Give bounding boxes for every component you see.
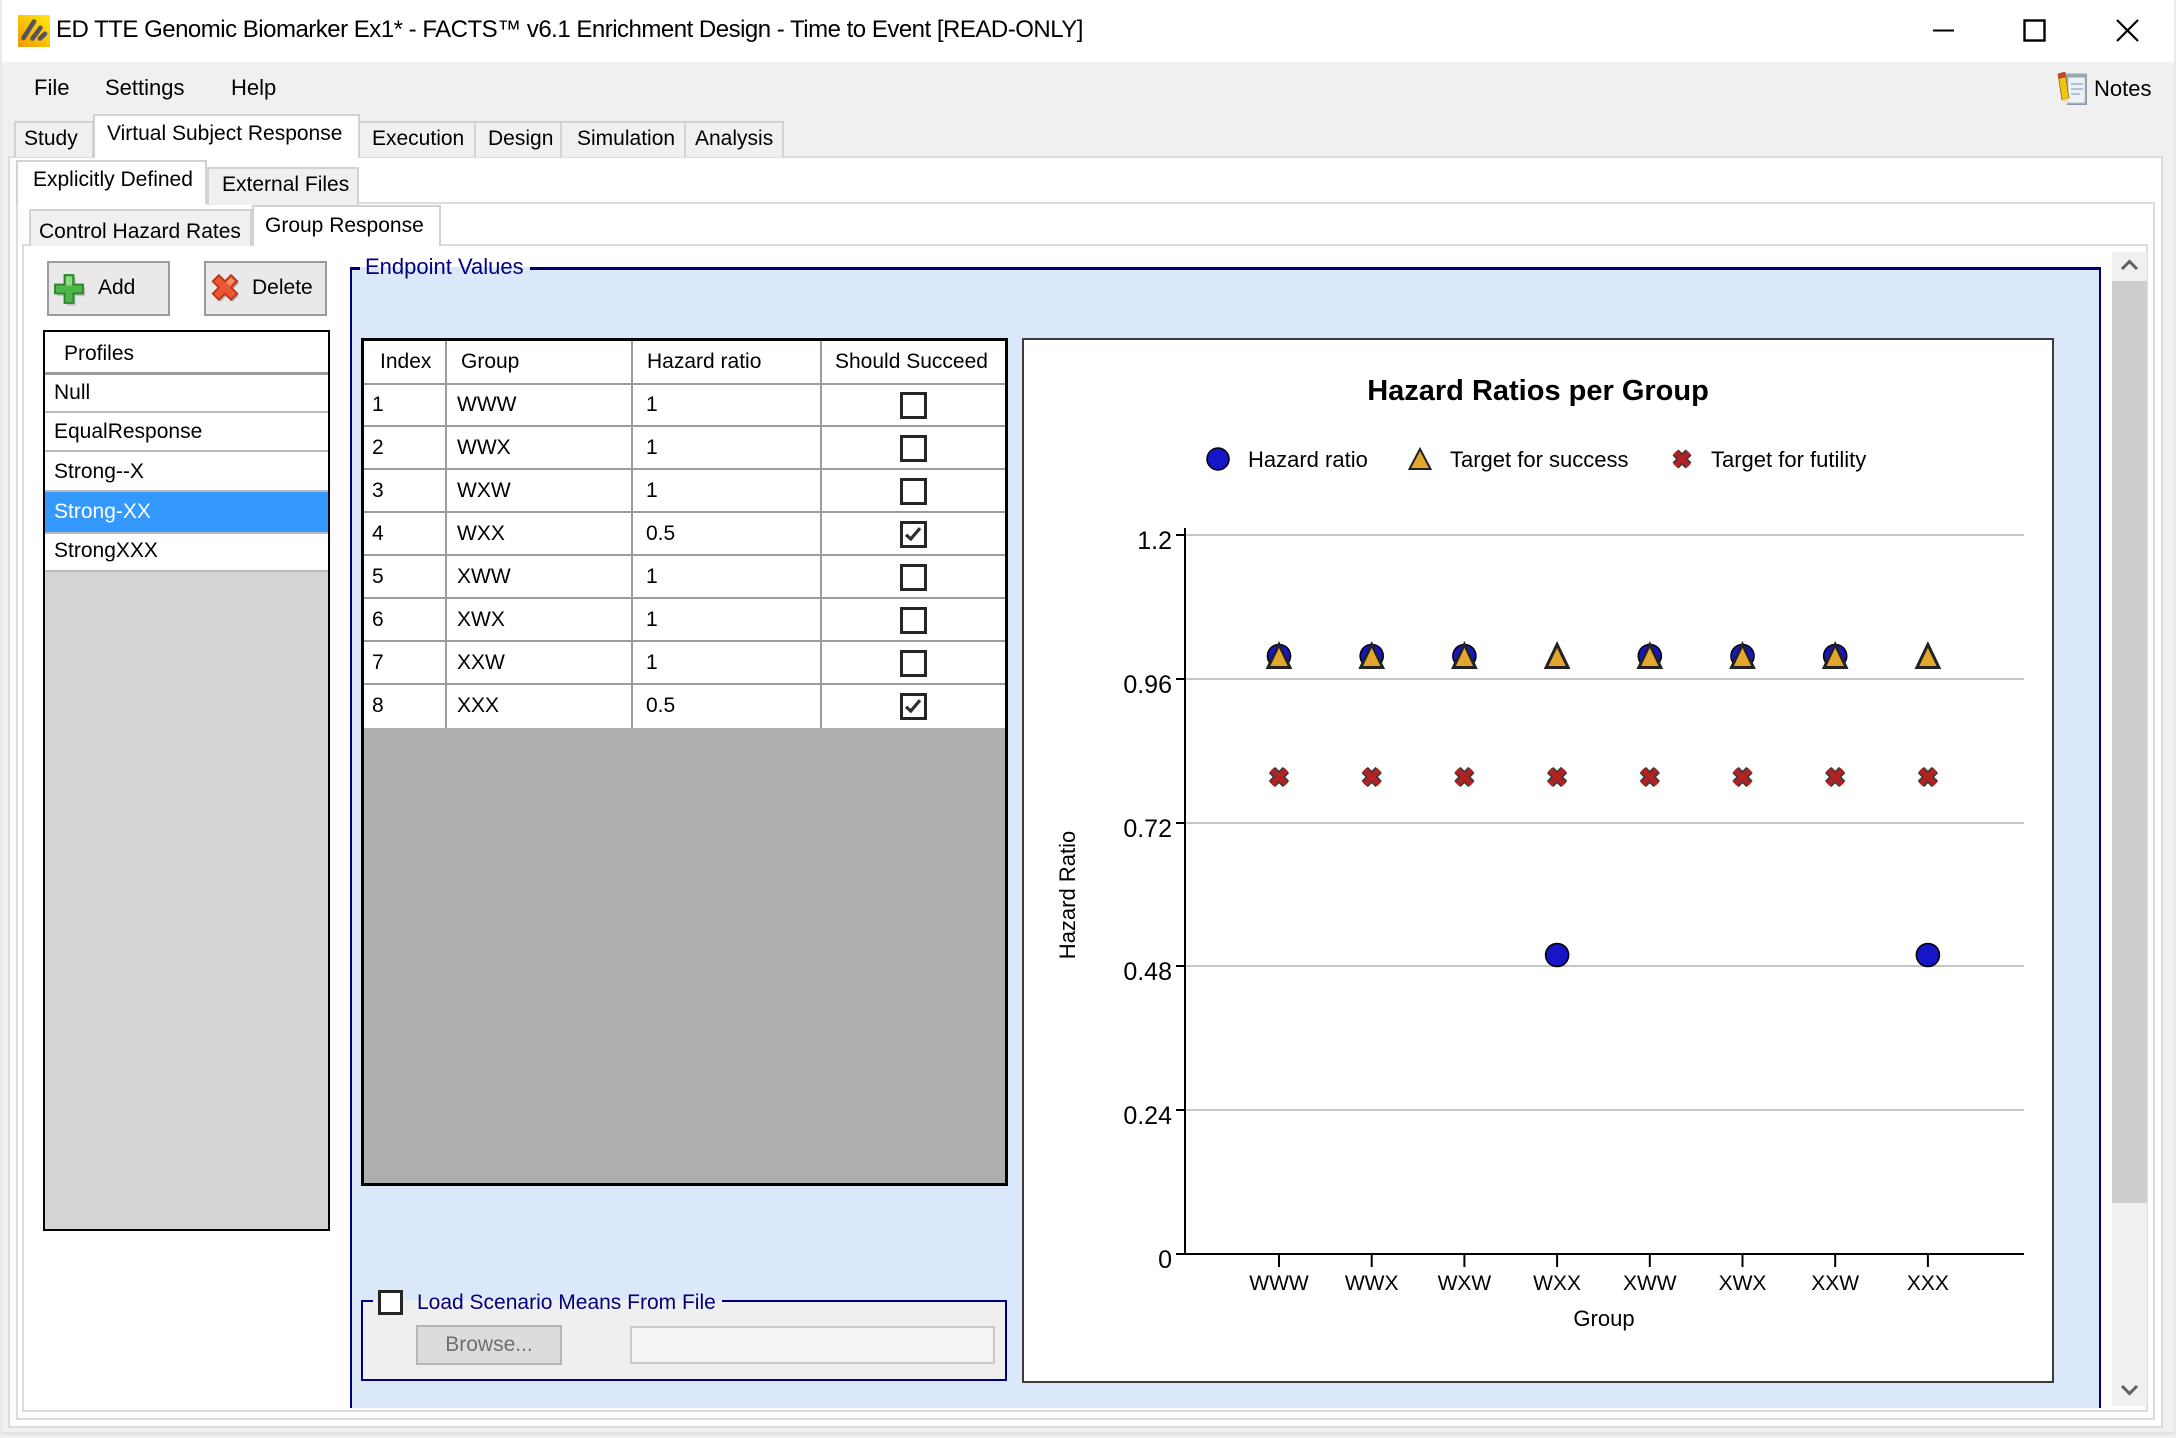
svg-text:1.2: 1.2 [1137, 527, 1172, 555]
svg-text:0.72: 0.72 [1123, 815, 1172, 843]
svg-text:Group: Group [1573, 1306, 1634, 1331]
svg-text:Hazard Ratios per Group: Hazard Ratios per Group [1367, 375, 1709, 407]
svg-text:0.24: 0.24 [1123, 1102, 1172, 1130]
svg-text:XWX: XWX [1719, 1272, 1767, 1295]
svg-text:Target for futility: Target for futility [1711, 447, 1866, 472]
svg-text:Hazard Ratio: Hazard Ratio [1055, 831, 1080, 959]
svg-text:WWW: WWW [1249, 1272, 1309, 1295]
svg-text:XWW: XWW [1623, 1272, 1677, 1295]
svg-text:0.48: 0.48 [1123, 958, 1172, 986]
svg-text:WXX: WXX [1533, 1272, 1581, 1295]
svg-text:XXX: XXX [1907, 1272, 1949, 1295]
svg-text:Hazard ratio: Hazard ratio [1248, 447, 1368, 472]
svg-text:0: 0 [1158, 1246, 1172, 1274]
svg-text:WWX: WWX [1345, 1272, 1399, 1295]
svg-text:Target for success: Target for success [1450, 447, 1629, 472]
svg-text:WXW: WXW [1438, 1272, 1492, 1295]
svg-text:XXW: XXW [1811, 1272, 1859, 1295]
svg-text:0.96: 0.96 [1123, 671, 1172, 699]
